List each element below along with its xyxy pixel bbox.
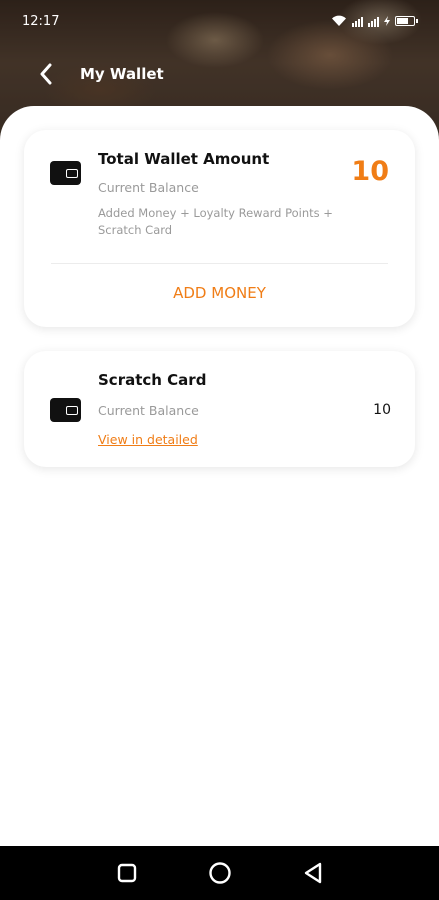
total-wallet-card: Total Wallet Amount Current Balance Adde…	[24, 130, 415, 327]
status-time: 12:17	[22, 13, 60, 29]
page-title: My Wallet	[80, 65, 164, 83]
view-detailed-link[interactable]: View in detailed	[98, 432, 198, 447]
recents-button[interactable]	[112, 858, 142, 888]
charging-icon	[384, 16, 390, 26]
battery-icon	[395, 16, 418, 26]
total-wallet-subtitle: Current Balance	[98, 180, 199, 195]
back-button[interactable]	[26, 54, 66, 94]
nav-recents-icon	[117, 863, 136, 883]
status-icons	[331, 15, 418, 27]
scratch-card-subtitle: Current Balance	[98, 403, 199, 418]
total-wallet-note: Added Money + Loyalty Reward Points + Sc…	[98, 206, 333, 237]
signal-icon	[352, 16, 363, 27]
wallet-icon	[50, 398, 81, 422]
status-bar: 12:17	[0, 0, 439, 42]
total-wallet-amount: 10	[351, 156, 389, 187]
home-button[interactable]	[205, 858, 235, 888]
wallet-icon	[50, 161, 81, 185]
wifi-icon	[332, 15, 346, 26]
total-wallet-title: Total Wallet Amount	[98, 150, 270, 168]
signal-icon-2	[368, 16, 379, 27]
navigation-bar	[0, 846, 439, 900]
card-divider	[51, 263, 388, 264]
scratch-card-amount: 10	[373, 402, 391, 418]
nav-back-icon	[304, 862, 321, 884]
add-money-button[interactable]: ADD MONEY	[24, 284, 415, 302]
nav-home-icon	[208, 862, 231, 884]
scratch-card-card: Scratch Card Current Balance 10 View in …	[24, 351, 415, 467]
nav-back-button[interactable]	[298, 858, 328, 888]
scratch-card-title: Scratch Card	[98, 371, 207, 389]
back-arrow-icon	[40, 63, 52, 85]
title-bar: My Wallet	[0, 52, 439, 96]
